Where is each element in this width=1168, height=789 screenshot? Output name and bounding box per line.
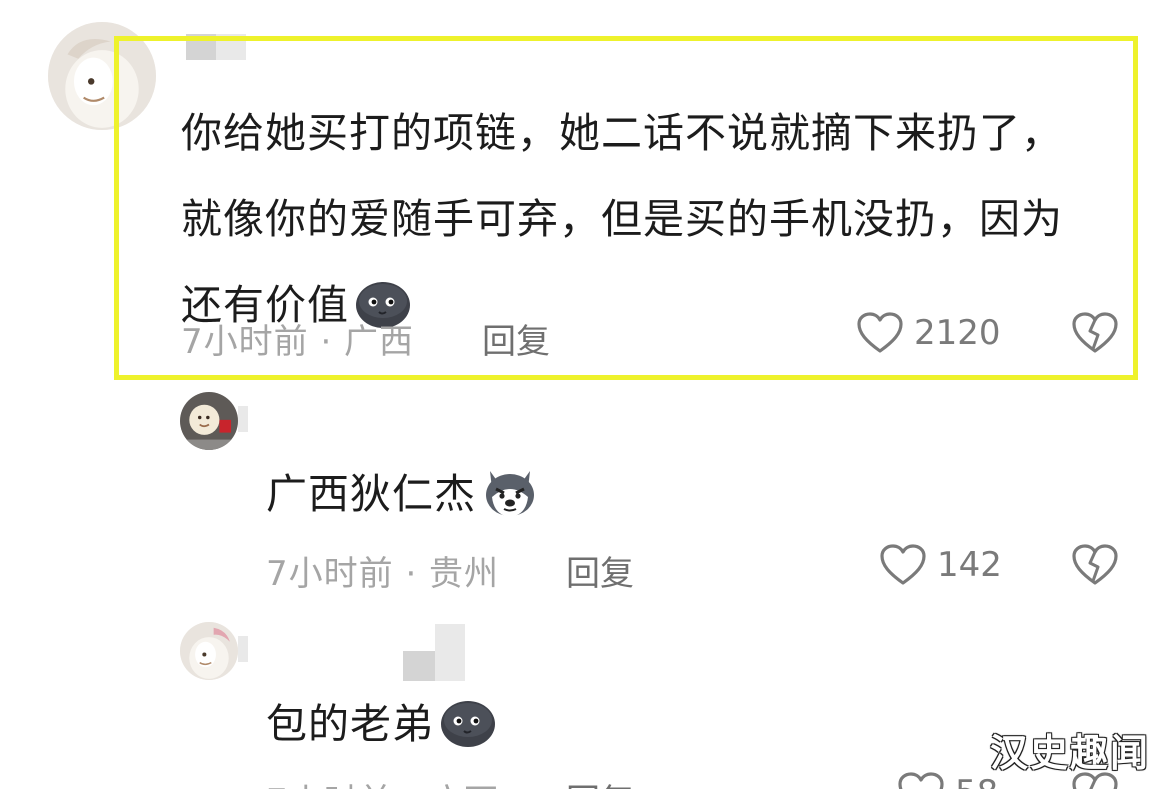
comment-text: 你给她买打的项链，她二话不说就摘下来扔了， 就像你的爱随手可弃，但是买的手机没扔…: [181, 90, 1063, 348]
avatar[interactable]: [48, 22, 156, 130]
comment-text: 广西狄仁杰: [266, 468, 538, 523]
like-count: 2120: [914, 313, 1001, 353]
avatar[interactable]: [180, 392, 238, 450]
comment-text-line: 就像你的爱随手可弃，但是买的手机没扔，因为: [181, 195, 1063, 243]
comment-text: 包的老弟: [266, 698, 496, 752]
comment-time-location: 7小时前 · 广西: [181, 322, 415, 362]
username-redacted: [238, 406, 248, 432]
reply-button[interactable]: 回复: [566, 774, 634, 789]
watermark: 汉史趣闻: [989, 731, 1150, 775]
comment-text-content: 广西狄仁杰: [266, 470, 476, 518]
username-redacted: [435, 624, 465, 681]
dislike-button[interactable]: [1071, 311, 1119, 355]
dislike-button[interactable]: [1071, 543, 1119, 587]
like-button[interactable]: 142: [879, 543, 1002, 587]
comment-text-content: 包的老弟: [266, 700, 434, 748]
like-button[interactable]: 2120: [856, 311, 1001, 355]
broken-heart-icon: [1071, 543, 1119, 587]
username-redacted: [403, 651, 435, 681]
like-button[interactable]: 58: [897, 771, 998, 789]
reply-button[interactable]: 回复: [482, 314, 550, 363]
avatar[interactable]: [180, 622, 238, 680]
broken-heart-icon: [1071, 311, 1119, 355]
heart-outline-icon: [879, 543, 927, 587]
like-count: 142: [937, 545, 1002, 585]
husky-dog-emoji: [482, 467, 538, 519]
comment-time-location: 7小时前 · 贵州: [266, 554, 500, 594]
heart-outline-icon: [856, 311, 904, 355]
black-face-emoji: [440, 698, 496, 748]
username-redacted: [238, 636, 248, 662]
username-redacted: [186, 34, 216, 60]
reply-button[interactable]: 回复: [566, 546, 634, 595]
comment-text-line: 你给她买打的项链，她二话不说就摘下来扔了，: [181, 109, 1063, 157]
comment-time-location: 7小时前 · 广西: [266, 774, 499, 789]
username-redacted: [216, 34, 246, 60]
heart-outline-icon: [897, 771, 945, 789]
comment-thread: 你给她买打的项链，她二话不说就摘下来扔了， 就像你的爱随手可弃，但是买的手机没扔…: [0, 0, 1168, 789]
